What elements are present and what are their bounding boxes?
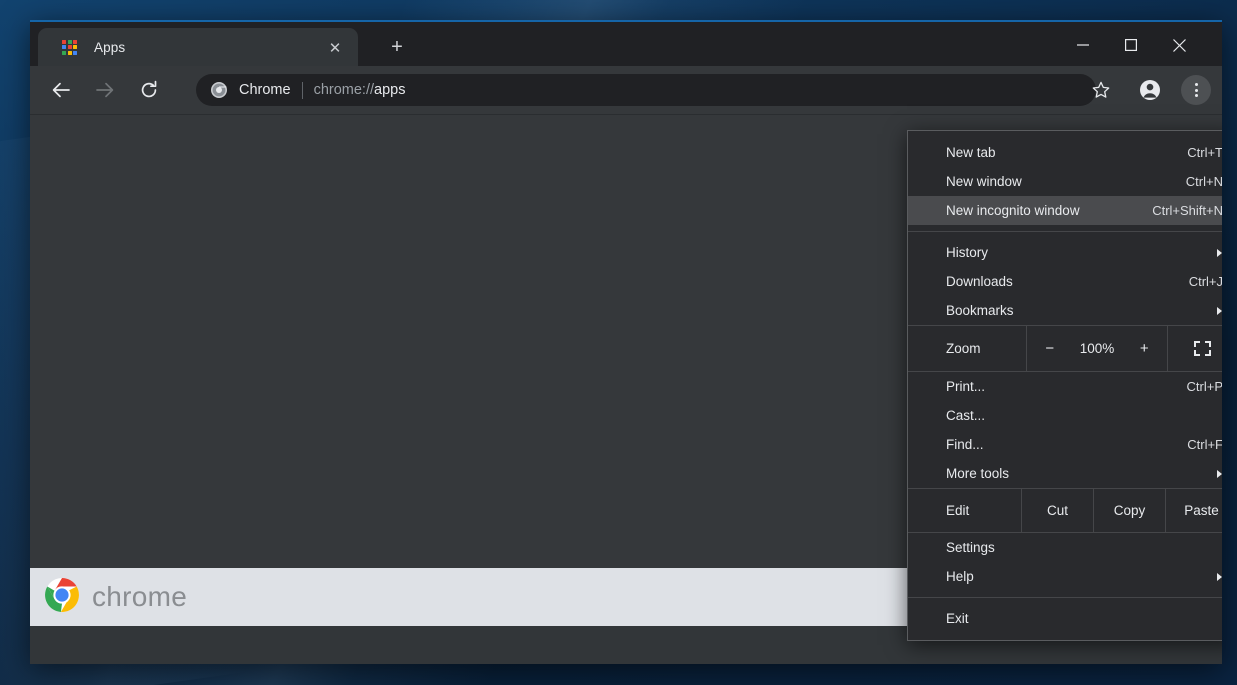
menu-item-new-incognito-window[interactable]: New incognito window Ctrl+Shift+N <box>908 196 1222 225</box>
chrome-main-menu: New tab Ctrl+T New window Ctrl+N New incogni… <box>907 130 1222 641</box>
star-icon <box>1092 81 1110 98</box>
menu-item-label: New window <box>946 174 1022 189</box>
omnibox-product-label: Chrome <box>239 82 291 98</box>
omnibox-url-text: chrome://apps <box>314 82 406 98</box>
menu-item-label: New incognito window <box>946 203 1080 218</box>
tab-title: Apps <box>94 39 126 55</box>
apps-grid-cell-0 <box>62 39 66 44</box>
menu-item-settings[interactable]: Settings <box>908 533 1222 562</box>
close-icon <box>1172 38 1186 52</box>
new-tab-button[interactable]: + <box>382 33 412 61</box>
menu-zoom-row: Zoom − 100% + <box>908 325 1222 372</box>
menu-item-label: Settings <box>946 540 995 555</box>
zoom-in-button[interactable]: + <box>1136 340 1152 357</box>
chrome-wordmark: chrome <box>92 581 188 612</box>
url-path: apps <box>374 82 406 98</box>
apps-grid-cell-7 <box>67 50 72 55</box>
forward-button[interactable] <box>88 73 122 107</box>
url-scheme: chrome:// <box>313 82 375 98</box>
menu-item-new-window[interactable]: New window Ctrl+N <box>908 167 1222 196</box>
menu-item-bookmarks[interactable]: Bookmarks <box>908 296 1222 325</box>
edit-copy-button[interactable]: Copy <box>1093 489 1165 532</box>
chevron-right-icon <box>1217 306 1222 315</box>
menu-item-label: New tab <box>946 145 996 160</box>
close-tab-icon[interactable]: ✕ <box>325 38 345 58</box>
apps-grid-icon <box>62 39 77 55</box>
close-window-button[interactable] <box>1156 24 1202 66</box>
zoom-out-button[interactable]: − <box>1042 340 1058 357</box>
menu-separator <box>908 597 1222 598</box>
menu-item-label: Bookmarks <box>946 303 1014 318</box>
fullscreen-icon <box>1194 341 1211 356</box>
edit-cut-button[interactable]: Cut <box>1021 489 1093 532</box>
zoom-level-value: 100% <box>1079 341 1115 356</box>
tab-apps[interactable]: Apps ✕ <box>38 28 358 66</box>
zoom-label: Zoom <box>946 341 981 356</box>
apps-grid-cell-6 <box>62 50 66 55</box>
menu-item-shortcut: Ctrl+N <box>1185 174 1222 189</box>
reload-icon <box>141 80 157 98</box>
menu-item-label: Print... <box>946 379 986 394</box>
menu-item-label: Cast... <box>946 408 986 423</box>
chevron-right-icon <box>1217 469 1222 478</box>
address-bar[interactable]: Chrome chrome://apps <box>196 74 1096 106</box>
menu-item-label: Downloads <box>946 274 1013 289</box>
apps-grid-cell-2 <box>73 39 77 44</box>
menu-item-label: Find... <box>946 437 984 452</box>
menu-item-label: Help <box>946 569 974 584</box>
menu-item-label: More tools <box>946 466 1010 481</box>
menu-item-shortcut: Ctrl+J <box>1188 274 1222 289</box>
menu-item-find[interactable]: Find... Ctrl+F <box>908 430 1222 459</box>
fullscreen-button[interactable] <box>1168 326 1222 371</box>
menu-item-new-tab[interactable]: New tab Ctrl+T <box>908 138 1222 167</box>
menu-item-shortcut: Ctrl+F <box>1187 437 1222 452</box>
minimize-icon <box>1077 44 1089 46</box>
menu-item-shortcut: Ctrl+T <box>1187 145 1222 160</box>
apps-grid-cell-1 <box>67 39 72 44</box>
profile-avatar-button[interactable] <box>1135 75 1165 105</box>
apps-grid-cell-8 <box>73 50 77 55</box>
browser-window: Apps ✕ + Chrome chrome://apps chrome New… <box>30 20 1222 664</box>
chrome-logo-icon <box>211 82 227 98</box>
apps-grid-cell-4 <box>67 45 72 49</box>
menu-item-label: History <box>946 245 989 260</box>
arrow-right-icon <box>96 82 114 98</box>
omnibox-divider <box>301 81 303 99</box>
edit-paste-button[interactable]: Paste <box>1165 489 1222 532</box>
menu-item-shortcut: Ctrl+Shift+N <box>1152 203 1222 218</box>
minimize-window-button[interactable] <box>1060 24 1106 66</box>
chrome-logo-icon <box>44 577 80 618</box>
bookmark-star-button[interactable] <box>1086 75 1116 105</box>
maximize-window-button[interactable] <box>1108 24 1154 66</box>
menu-item-shortcut: Ctrl+P <box>1186 379 1222 394</box>
chevron-right-icon <box>1217 248 1222 257</box>
person-icon <box>1140 80 1160 100</box>
menu-item-help[interactable]: Help <box>908 562 1222 591</box>
chrome-menu-button[interactable] <box>1181 75 1211 105</box>
maximize-icon <box>1125 39 1137 51</box>
menu-item-more-tools[interactable]: More tools <box>908 459 1222 488</box>
tab-strip: Apps ✕ + <box>30 22 1222 66</box>
browser-toolbar: Chrome chrome://apps <box>30 66 1222 114</box>
arrow-left-icon <box>52 82 70 98</box>
apps-grid-cell-5 <box>73 45 77 49</box>
chrome-brand-group: chrome <box>44 577 187 618</box>
three-dot-menu-icon <box>1194 83 1198 97</box>
menu-edit-row: Edit Cut Copy Paste <box>908 488 1222 533</box>
zoom-controls: − 100% + <box>1026 326 1168 371</box>
menu-item-downloads[interactable]: Downloads Ctrl+J <box>908 267 1222 296</box>
menu-item-cast[interactable]: Cast... <box>908 401 1222 430</box>
menu-bottom-padding <box>908 633 1222 640</box>
menu-item-exit[interactable]: Exit <box>908 604 1222 633</box>
edit-label: Edit <box>946 503 970 518</box>
chevron-right-icon <box>1217 572 1222 581</box>
back-button[interactable] <box>44 73 78 107</box>
reload-button[interactable] <box>132 73 166 107</box>
menu-separator <box>908 231 1222 232</box>
menu-item-history[interactable]: History <box>908 238 1222 267</box>
menu-item-label: Exit <box>946 611 969 626</box>
menu-item-print[interactable]: Print... Ctrl+P <box>908 372 1222 401</box>
apps-grid-cell-3 <box>62 45 66 49</box>
